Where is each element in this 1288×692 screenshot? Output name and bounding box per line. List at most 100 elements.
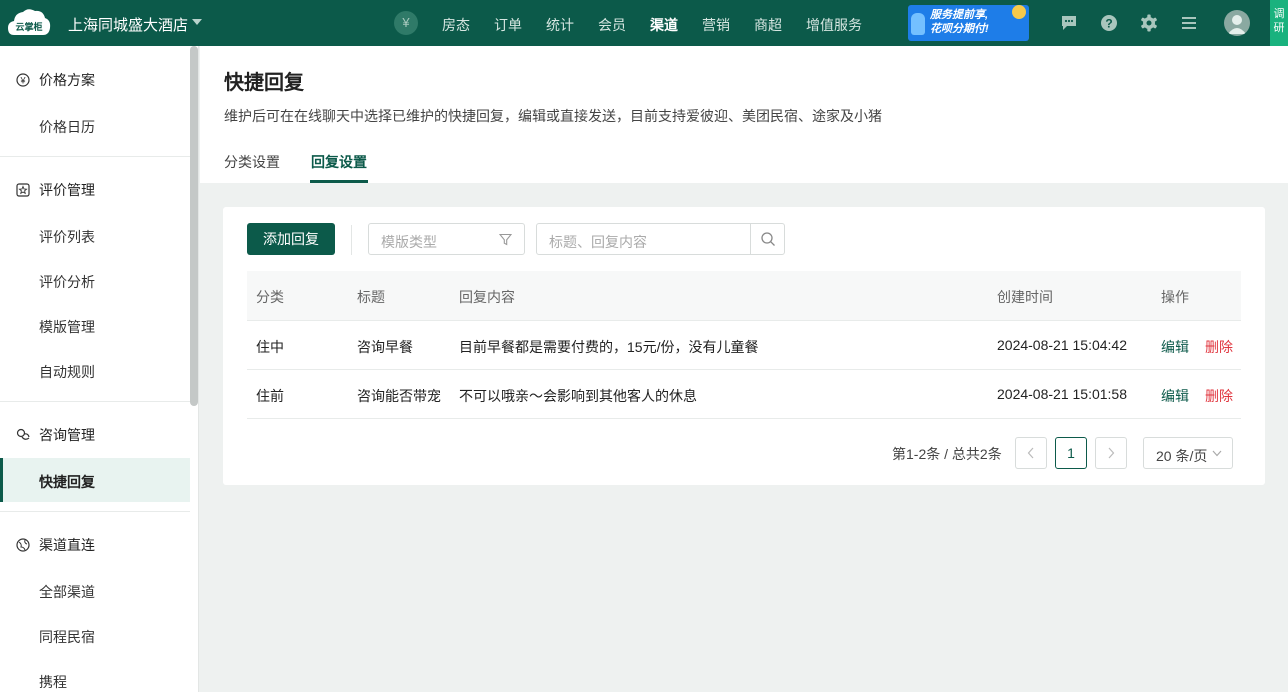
delete-link[interactable]: 删除 [1205,337,1233,357]
page-description: 维护后可在在线聊天中选择已维护的快捷回复，编辑或直接发送，目前支持爱彼迎、美团民… [224,108,882,124]
nav-mall[interactable]: 商超 [754,15,782,35]
pagination-summary: 第1-2条 / 总共2条 [892,446,1002,462]
user-icon [1228,15,1246,34]
logo-icon[interactable]: 云掌柜 [6,7,52,39]
header-category: 分类 [256,289,284,305]
table-row: 住中 咨询早餐 目前早餐都是需要付费的，15元/份，没有儿童餐 2024-08-… [247,321,1241,370]
sidebar-group-label: 渠道直连 [39,537,95,553]
globe-icon [16,538,30,552]
sidebar-item-auto-rules[interactable]: 自动规则 [39,362,95,382]
cell-category: 住中 [256,339,284,355]
sidebar-group-consultation[interactable]: 咨询管理 [16,425,95,445]
promo-banner[interactable]: 服务提前享, 花呗分期付! [908,5,1029,41]
hotel-name[interactable]: 上海同城盛大酒店 [68,14,188,35]
svg-text:?: ? [1105,17,1112,31]
sidebar-group-label: 价格方案 [39,72,95,88]
header-title: 标题 [357,289,385,305]
promo-line-1: 服务提前享, [930,9,989,21]
page-number-button[interactable]: 1 [1055,437,1087,469]
sidebar-item-ctrip[interactable]: 携程 [39,672,67,692]
yen-circle-icon: ¥ [16,73,30,87]
tab-category-settings[interactable]: 分类设置 [224,152,280,172]
cell-category: 住前 [256,388,284,404]
sidebar-divider [0,401,190,402]
sidebar-group-reviews[interactable]: 评价管理 [16,180,95,200]
sidebar-item-price-calendar[interactable]: 价格日历 [39,117,95,137]
sidebar-group-channel-direct[interactable]: 渠道直连 [16,535,95,555]
prev-page-button[interactable] [1015,437,1047,469]
chevron-right-icon [1108,447,1115,459]
survey-tab[interactable]: 调研 [1270,0,1288,46]
sidebar-item-review-analysis[interactable]: 评价分析 [39,272,95,292]
chat-icon [16,428,30,440]
header-created: 创建时间 [997,289,1053,305]
sidebar-item-template-management[interactable]: 模版管理 [39,317,95,337]
promo-line-2: 花呗分期付! [930,23,989,35]
template-type-placeholder: 模版类型 [381,234,437,250]
cell-content: 不可以哦亲～会影响到其他客人的休息 [459,388,697,404]
promo-hand-icon [911,13,925,35]
search-icon [761,232,775,246]
sidebar-group-pricing[interactable]: ¥ 价格方案 [16,70,95,90]
active-tab-indicator [310,180,368,183]
delete-link[interactable]: 删除 [1205,386,1233,406]
sidebar-item-quick-reply[interactable]: 快捷回复 [39,472,95,492]
edit-link[interactable]: 编辑 [1161,386,1189,406]
top-bar: 云掌柜 上海同城盛大酒店 ¥ 房态 订单 统计 会员 渠道 营销 商超 增值服务… [0,0,1288,46]
sidebar: ¥ 价格方案 价格日历 评价管理 评价列表 评价分析 模版管理 自动规则 咨询管理… [0,46,199,692]
search-button[interactable] [750,224,784,254]
nav-channels[interactable]: 渠道 [650,15,678,35]
star-square-icon [16,183,30,197]
svg-text:¥: ¥ [19,76,26,86]
promo-badge-icon [1012,5,1026,19]
add-reply-button[interactable]: 添加回复 [247,223,335,255]
message-icon[interactable] [1059,13,1079,33]
reply-card: 添加回复 模版类型 标题、回复内容 分类 标题 回复内容 创建时间 操作 住中 … [223,207,1265,485]
menu-icon[interactable] [1179,13,1199,33]
table-header: 分类 标题 回复内容 创建时间 操作 [247,271,1241,321]
filter-icon [499,233,512,246]
nav-stats[interactable]: 统计 [546,15,574,35]
hotel-dropdown-icon[interactable] [192,19,202,25]
settings-gear-icon[interactable] [1139,13,1159,33]
sidebar-item-tongcheng[interactable]: 同程民宿 [39,627,95,647]
search-placeholder: 标题、回复内容 [549,234,647,250]
page-title: 快捷回复 [224,72,304,94]
tab-reply-settings[interactable]: 回复设置 [311,152,367,172]
nav-value-added[interactable]: 增值服务 [806,15,862,35]
nav-room-status[interactable]: 房态 [442,15,470,35]
page-header: 快捷回复 维护后可在在线聊天中选择已维护的快捷回复，编辑或直接发送，目前支持爱彼… [200,46,1288,183]
help-icon[interactable]: ? [1099,13,1119,33]
sidebar-group-label: 咨询管理 [39,427,95,443]
sidebar-group-label: 评价管理 [39,182,95,198]
cell-created: 2024-08-21 15:01:58 [997,386,1127,402]
sidebar-scrollbar[interactable] [190,46,198,406]
user-avatar[interactable] [1224,10,1250,36]
toolbar-divider [351,225,352,255]
sidebar-divider [0,156,190,157]
sidebar-selected-highlight [0,458,190,502]
cell-title: 咨询早餐 [357,339,413,355]
yen-icon[interactable]: ¥ [394,11,418,35]
cell-created: 2024-08-21 15:04:42 [997,337,1127,353]
chevron-down-icon [1212,450,1222,457]
logo-text: 云掌柜 [15,21,42,32]
edit-link[interactable]: 编辑 [1161,337,1189,357]
reply-table: 分类 标题 回复内容 创建时间 操作 住中 咨询早餐 目前早餐都是需要付费的，1… [247,271,1241,419]
nav-members[interactable]: 会员 [598,15,626,35]
next-page-button[interactable] [1095,437,1127,469]
sidebar-divider [0,511,190,512]
chevron-left-icon [1027,447,1034,459]
nav-orders[interactable]: 订单 [494,15,522,35]
search-input[interactable]: 标题、回复内容 [536,223,785,255]
page-size-select[interactable]: 20 条/页 [1143,437,1233,469]
sidebar-item-all-channels[interactable]: 全部渠道 [39,582,95,602]
template-type-select[interactable]: 模版类型 [368,223,525,255]
header-content: 回复内容 [459,289,515,305]
cell-content: 目前早餐都是需要付费的，15元/份，没有儿童餐 [459,339,759,355]
cell-title: 咨询能否带宠 [357,388,441,404]
nav-marketing[interactable]: 营销 [702,15,730,35]
table-row: 住前 咨询能否带宠 不可以哦亲～会影响到其他客人的休息 2024-08-21 1… [247,370,1241,419]
header-actions: 操作 [1161,289,1189,305]
sidebar-item-review-list[interactable]: 评价列表 [39,227,95,247]
